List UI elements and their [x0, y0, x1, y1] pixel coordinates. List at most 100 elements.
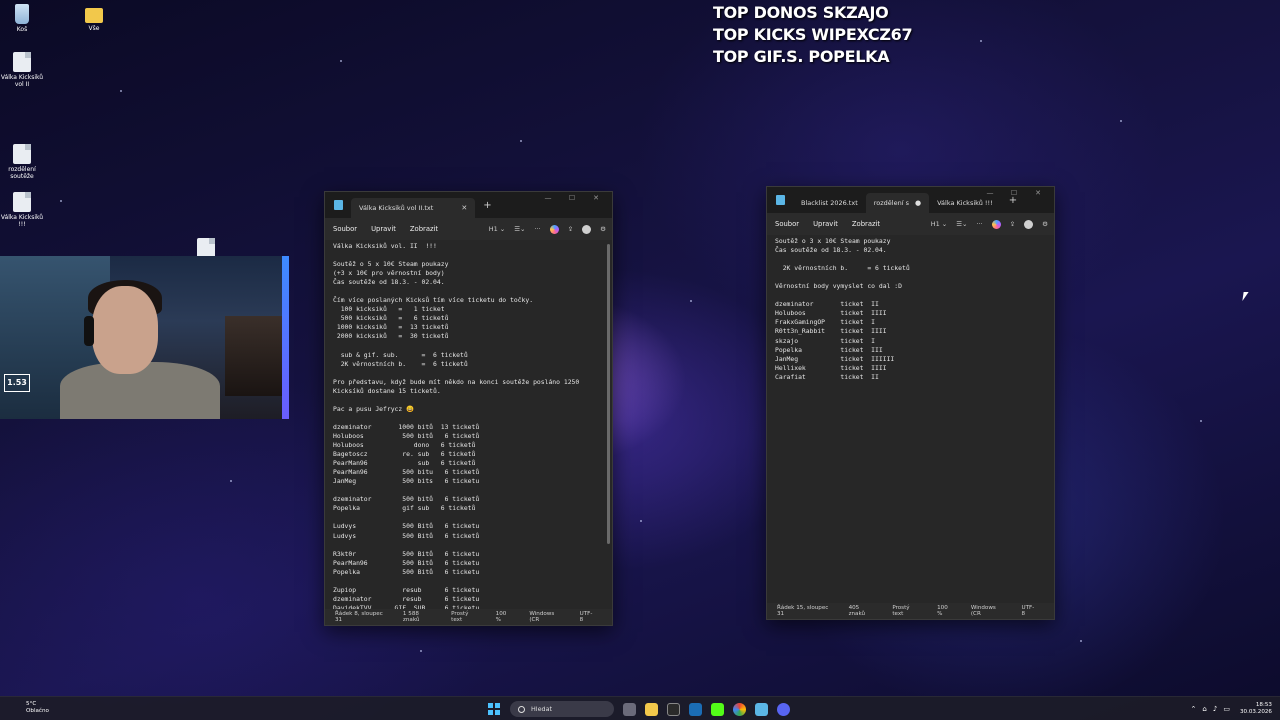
tab-blacklist[interactable]: Blacklist 2026.txt: [793, 193, 866, 213]
menu-file[interactable]: Soubor: [333, 225, 357, 233]
menu-file[interactable]: Soubor: [775, 220, 799, 228]
editor-line[interactable]: Popelka ticket III: [775, 346, 1054, 355]
editor-line[interactable]: JanMeg ticket IIIIII: [775, 355, 1054, 364]
editor-line[interactable]: Pro představu, když bude mít někdo na ko…: [333, 378, 612, 387]
editor-line[interactable]: [333, 369, 612, 378]
editor-text[interactable]: Soutěž o 3 x 10€ Steam poukazy Čas soutěž…: [767, 235, 1054, 382]
editor-line[interactable]: [333, 342, 612, 351]
menu-view[interactable]: Zobrazit: [852, 220, 880, 228]
editor-line[interactable]: [775, 255, 1054, 264]
clock[interactable]: 18:53 30.03.2026: [1240, 702, 1272, 717]
start-button[interactable]: [488, 703, 500, 715]
editor-line[interactable]: Soutěž o 3 x 10€ Steam poukazy: [775, 237, 1054, 246]
editor-line[interactable]: Carafiat ticket II: [775, 373, 1054, 382]
editor-line[interactable]: [333, 396, 612, 405]
share-icon[interactable]: ⇪: [568, 225, 573, 233]
editor-line[interactable]: R3kt0r 500 Bitů 6 ticketu: [333, 550, 612, 559]
tab-rozdeleni[interactable]: rozdělení s ●: [865, 193, 930, 213]
copilot-icon[interactable]: [549, 224, 559, 234]
editor-line[interactable]: Zupiop resub 6 ticketu: [333, 586, 612, 595]
editor-line[interactable]: Čas soutěže od 18.3. - 02.04.: [333, 278, 612, 287]
editor-line[interactable]: Kicksíků dostane 15 ticketů.: [333, 387, 612, 396]
editor-line[interactable]: dzeminator resub 6 ticketu: [333, 595, 612, 604]
editor-line[interactable]: [333, 251, 612, 260]
editor-line[interactable]: skzajo ticket I: [775, 337, 1054, 346]
editor-line[interactable]: [333, 577, 612, 586]
editor-line[interactable]: Bagetoscz re. sub 6 ticketů: [333, 450, 612, 459]
editor-line[interactable]: Holuboos ticket IIII: [775, 309, 1054, 318]
more-options-icon[interactable]: ···: [977, 220, 983, 228]
editor-line[interactable]: [333, 287, 612, 296]
editor-line[interactable]: Čím více poslaných Kicksů tím více ticke…: [333, 296, 612, 305]
editor-line[interactable]: Věrnostní body vymyslet co dal :D: [775, 282, 1054, 291]
editor-line[interactable]: PearMan96 500 bitu 6 ticketů: [333, 468, 612, 477]
list-dropdown-icon[interactable]: ☰⌄: [956, 220, 967, 228]
status-zoom[interactable]: 100 %: [496, 611, 512, 623]
volume-icon[interactable]: ♪: [1213, 705, 1217, 713]
notepad-window-right[interactable]: Blacklist 2026.txt rozdělení s ● Válka K…: [766, 186, 1055, 620]
editor-line[interactable]: [333, 414, 612, 423]
weather-widget[interactable]: 5°C Oblačno: [26, 701, 49, 715]
heading-dropdown[interactable]: H1 ⌄: [480, 225, 506, 233]
desktop-icon-file-rozdeleni[interactable]: rozdělení soutěže: [0, 144, 44, 180]
editor-line[interactable]: dzeminator 1000 bitů 13 ticketů: [333, 423, 612, 432]
text-editor-area[interactable]: Soutěž o 3 x 10€ Steam poukazy Čas soutěž…: [767, 235, 1054, 603]
chrome-icon[interactable]: [733, 702, 746, 716]
editor-line[interactable]: JanMeg 500 bits 6 ticketu: [333, 477, 612, 486]
notepad-icon[interactable]: [755, 702, 768, 716]
editor-line[interactable]: dzeminator ticket II: [775, 300, 1054, 309]
editor-line[interactable]: (+3 x 10€ pro věrnostní body): [333, 269, 612, 278]
close-window-button[interactable]: ✕: [584, 192, 608, 206]
desktop-icon-recycle-bin[interactable]: Koš: [0, 4, 44, 33]
editor-line[interactable]: Ludvys 500 Bitů 6 ticketů: [333, 532, 612, 541]
settings-gear-icon[interactable]: ⚙: [600, 225, 606, 233]
status-zoom[interactable]: 100 %: [937, 605, 953, 617]
kick-icon[interactable]: [711, 702, 724, 716]
minimize-button[interactable]: —: [978, 187, 1002, 201]
editor-line[interactable]: Hellixek ticket IIII: [775, 364, 1054, 373]
editor-line[interactable]: [775, 291, 1054, 300]
task-view-icon[interactable]: [623, 702, 636, 716]
menu-view[interactable]: Zobrazit: [410, 225, 438, 233]
discord-icon[interactable]: [777, 702, 790, 716]
network-icon[interactable]: ⌂: [1202, 705, 1206, 713]
heading-dropdown[interactable]: H1 ⌄: [922, 220, 948, 228]
editor-line[interactable]: 1000 kicksiků = 13 ticketů: [333, 323, 612, 332]
editor-line[interactable]: R0tt3n_Rabbit ticket IIII: [775, 327, 1054, 336]
editor-line[interactable]: Popelka 500 Bitů 6 ticketu: [333, 568, 612, 577]
desktop-icon-file-valka-vol2[interactable]: Válka Kicksiků vol II: [0, 52, 44, 88]
avatar[interactable]: [1024, 219, 1034, 229]
editor-line[interactable]: PearMan96 sub 6 ticketů: [333, 459, 612, 468]
file-explorer-icon[interactable]: [645, 702, 658, 716]
editor-line[interactable]: [333, 541, 612, 550]
desktop-icon-folder[interactable]: Vše: [72, 4, 116, 32]
editor-line[interactable]: Holuboos 500 bitů 6 ticketů: [333, 432, 612, 441]
avatar[interactable]: [582, 224, 592, 234]
list-dropdown-icon[interactable]: ☰⌄: [514, 225, 525, 233]
copilot-icon[interactable]: [991, 219, 1001, 229]
editor-line[interactable]: sub & gif. sub. = 6 ticketů: [333, 351, 612, 360]
editor-line[interactable]: FrakxGamingOP ticket I: [775, 318, 1054, 327]
notepad-window-left[interactable]: Válka Kicksiků vol II.txt ✕ + — ☐ ✕ Soub…: [324, 191, 613, 626]
tab-valka-vol2[interactable]: Válka Kicksiků vol II.txt ✕: [351, 198, 476, 218]
editor-line[interactable]: [333, 486, 612, 495]
editor-line[interactable]: Čas soutěže od 18.3. - 02.04.: [775, 246, 1054, 255]
editor-line[interactable]: Pac a pusu Jefrycz 😄: [333, 405, 612, 414]
maximize-button[interactable]: ☐: [1002, 187, 1026, 201]
close-window-button[interactable]: ✕: [1026, 187, 1050, 201]
editor-line[interactable]: dzeminator 500 bitů 6 ticketů: [333, 495, 612, 504]
search-box[interactable]: Hledat: [510, 701, 614, 717]
editor-text[interactable]: Válka Kicksiků vol. II !!! Soutěž o 5 x …: [325, 240, 612, 609]
maximize-button[interactable]: ☐: [560, 192, 584, 206]
title-bar[interactable]: Válka Kicksiků vol II.txt ✕ + — ☐ ✕: [325, 192, 612, 218]
desktop-icon-file-valka[interactable]: Válka Kicksiků !!!: [0, 192, 44, 228]
minimize-button[interactable]: —: [536, 192, 560, 206]
editor-line[interactable]: 100 kicksiků = 1 ticket: [333, 305, 612, 314]
more-options-icon[interactable]: ···: [535, 225, 541, 233]
editor-line[interactable]: Holuboos dono 6 ticketů: [333, 441, 612, 450]
editor-line[interactable]: Popelka gif sub 6 ticketů: [333, 504, 612, 513]
vertical-scrollbar[interactable]: [607, 244, 610, 544]
editor-line[interactable]: 2K věrnostních b. = 6 ticketů: [775, 264, 1054, 273]
title-bar[interactable]: Blacklist 2026.txt rozdělení s ● Válka K…: [767, 187, 1054, 213]
terminal-icon[interactable]: [667, 702, 680, 716]
